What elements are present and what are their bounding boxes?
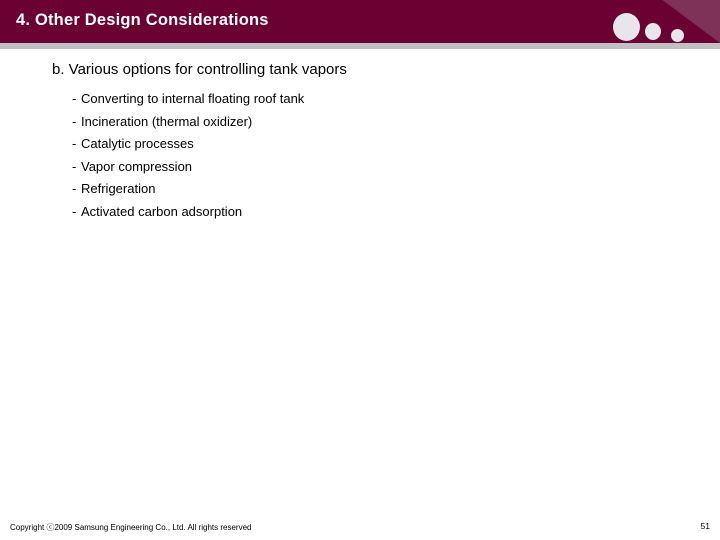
bullet-dash-icon: - (72, 113, 77, 129)
list-item-label: Incineration (thermal oxidizer) (81, 113, 253, 129)
bullet-dash-icon: - (72, 181, 77, 196)
section-heading: b. Various options for controlling tank … (52, 61, 347, 78)
list-item: - Vapor compression (72, 156, 304, 179)
header-circle-large-icon (613, 13, 640, 41)
list-item: - Incineration (thermal oxidizer) (72, 111, 304, 134)
page-number: 51 (700, 521, 710, 531)
bullet-dash-icon: - (72, 91, 77, 106)
list-item: - Activated carbon adsorption (72, 201, 304, 224)
bullet-dash-icon: - (72, 158, 77, 174)
presentation-slide: 4. Other Design Considerations b. Variou… (0, 0, 720, 540)
header-divider (0, 43, 720, 49)
list-item: - Catalytic processes (72, 133, 304, 156)
list-item: - Refrigeration (72, 178, 304, 201)
header-circle-medium-icon (645, 23, 661, 40)
list-item-label: Catalytic processes (81, 136, 194, 151)
list-item-label: Refrigeration (81, 181, 156, 196)
footer-copyright: Copyright ⓒ2009 Samsung Engineering Co.,… (10, 523, 252, 532)
list-item: - Converting to internal floating roof ta… (72, 88, 304, 111)
bullet-list: - Converting to internal floating roof ta… (72, 88, 304, 223)
slide-title: 4. Other Design Considerations (16, 11, 269, 29)
slide-header-band: 4. Other Design Considerations (0, 0, 720, 43)
bullet-dash-icon: - (72, 136, 77, 151)
header-circle-small-icon (671, 29, 684, 42)
list-item-label: Vapor compression (81, 158, 193, 174)
list-item-label: Converting to internal floating roof tan… (81, 91, 305, 106)
bullet-dash-icon: - (72, 203, 77, 219)
list-item-label: Activated carbon adsorption (81, 203, 243, 219)
